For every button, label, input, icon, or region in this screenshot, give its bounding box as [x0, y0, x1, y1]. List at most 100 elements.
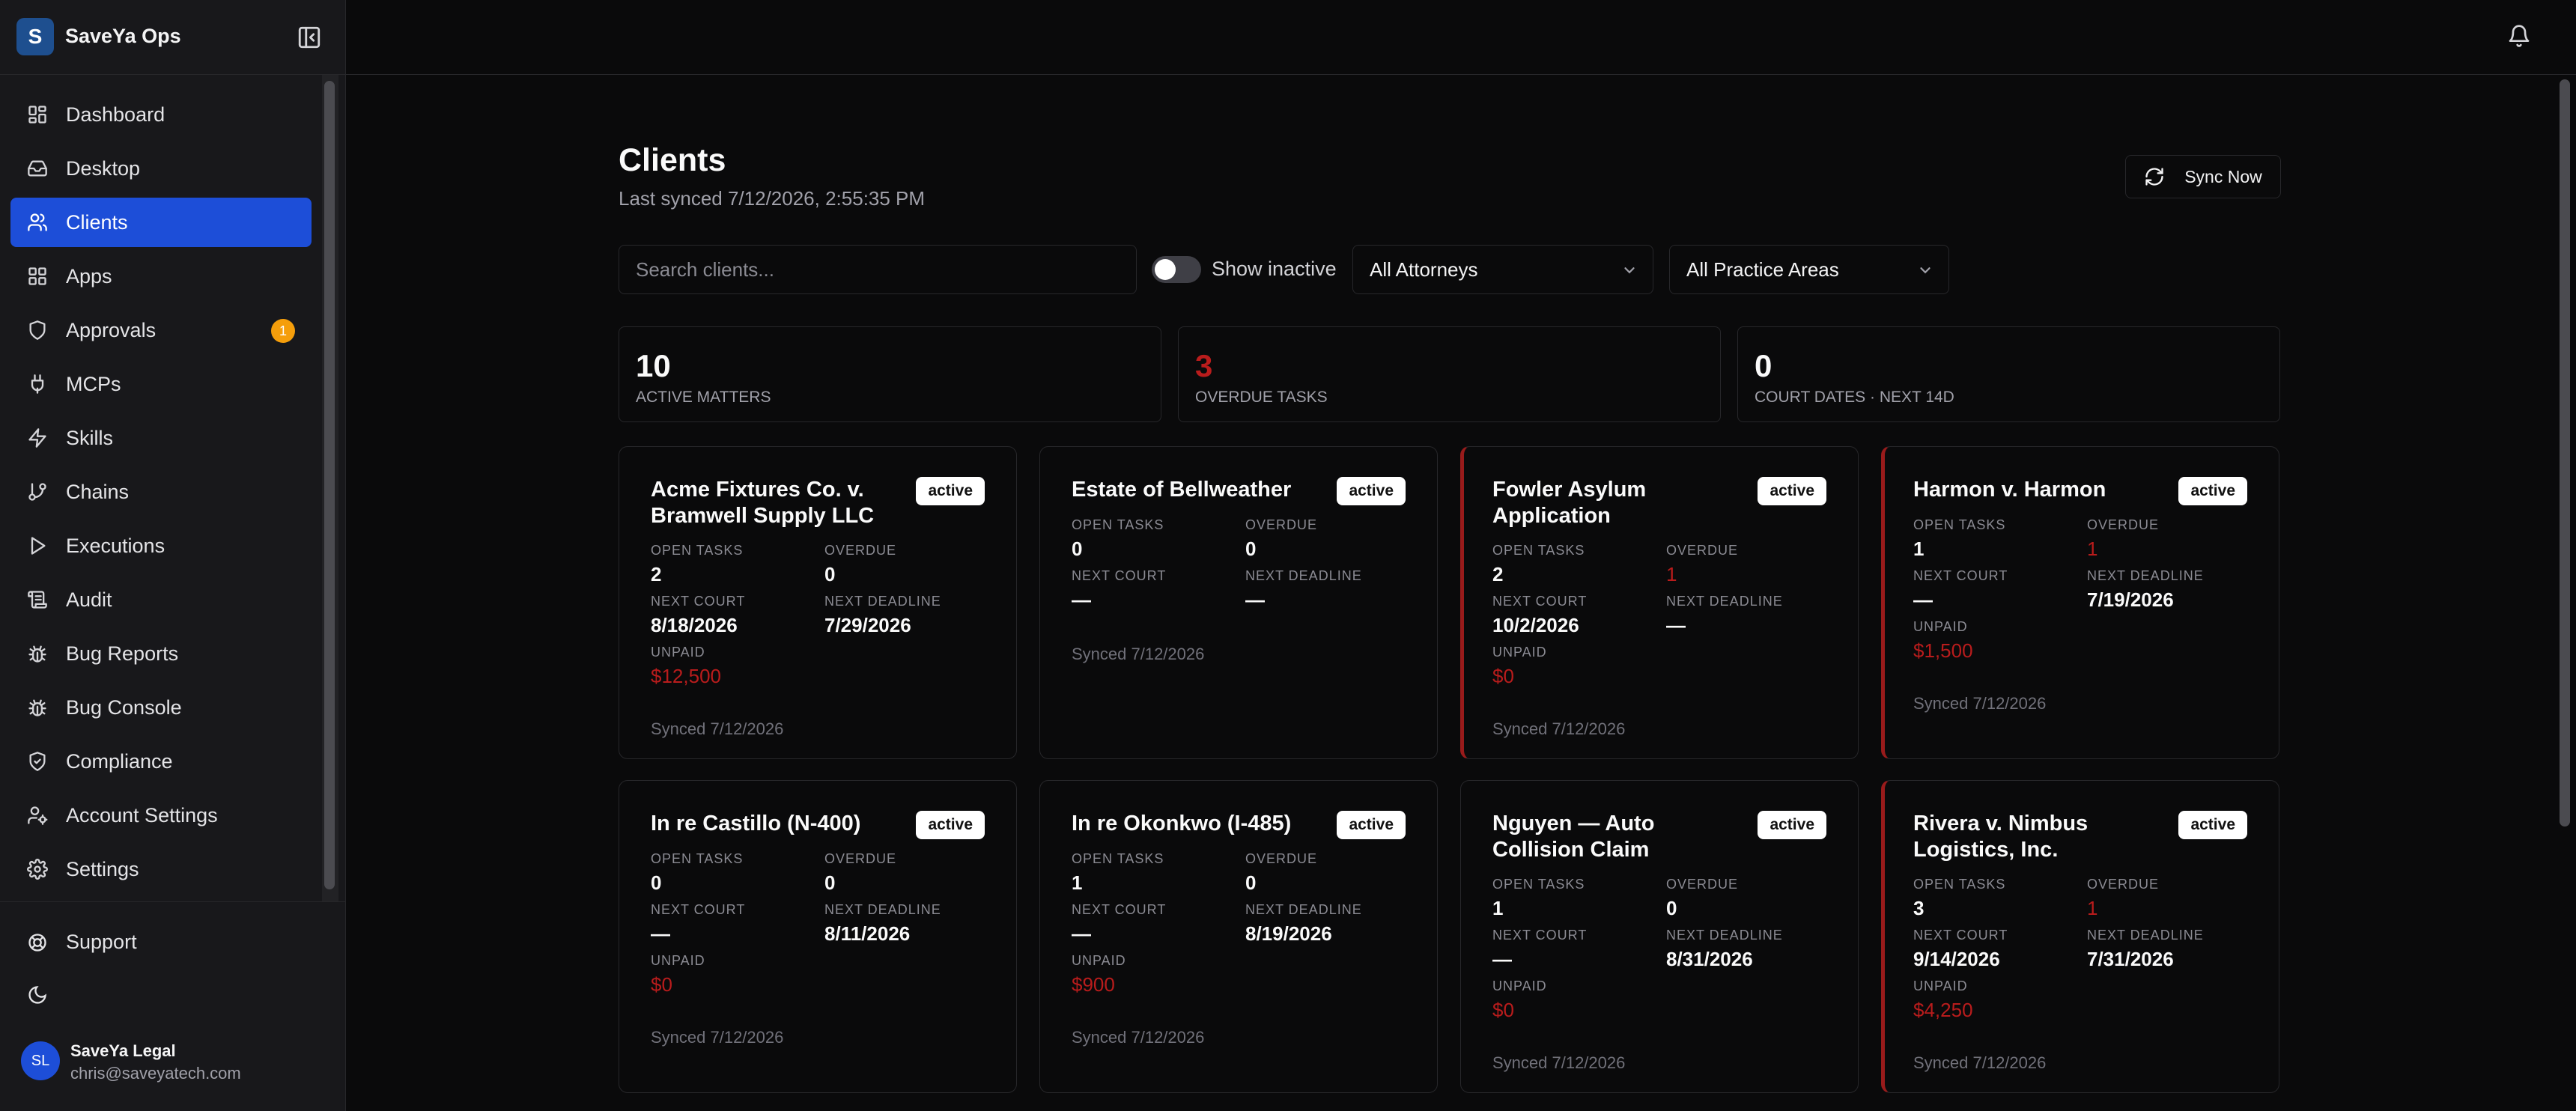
field-label: UNPAID [1492, 645, 1547, 660]
field-value: 8/11/2026 [824, 922, 911, 945]
field-value: 3 [1913, 897, 1925, 919]
status-badge: active [1337, 811, 1406, 839]
sidebar-item-skills[interactable]: Skills [10, 413, 312, 463]
attorney-select[interactable]: All Attorneys [1352, 245, 1653, 294]
app-name[interactable]: SaveYa Ops [65, 25, 181, 48]
matter-title[interactable]: Harmon v. Harmon [1913, 477, 2160, 503]
field-value: $0 [651, 973, 672, 996]
sidebar-item-label: Approvals [66, 318, 157, 341]
moon-icon[interactable] [27, 984, 48, 1005]
field-label: UNPAID [651, 645, 705, 660]
avatar[interactable]: SL [21, 1041, 60, 1080]
sync-now-button[interactable]: Sync Now [2125, 155, 2281, 198]
field-label: NEXT DEADLINE [824, 594, 941, 609]
last-synced-text: Last synced 7/12/2026, 2:55:35 PM [619, 187, 926, 210]
sidebar-item-chains[interactable]: Chains [10, 467, 312, 517]
sidebar-item-label: MCPs [66, 372, 121, 395]
next-court-field: NEXT COURT — [1072, 568, 1244, 612]
show-inactive-label[interactable]: Show inactive [1212, 258, 1337, 281]
app-logo[interactable]: S [16, 18, 54, 55]
zap-icon [27, 427, 48, 448]
git-branch-icon [27, 481, 48, 502]
matter-title[interactable]: In re Castillo (N-400) [651, 811, 898, 837]
main-scrollbar[interactable] [2557, 75, 2573, 1111]
search-input[interactable] [619, 245, 1137, 294]
matter-title[interactable]: Fowler Asylum Application [1492, 477, 1740, 529]
synced-text: Synced 7/12/2026 [651, 1028, 784, 1047]
sidebar-item-approvals[interactable]: Approvals 1 [10, 305, 312, 355]
client-card[interactable]: In re Castillo (N-400) active OPEN TASKS 0 O… [619, 780, 1017, 1093]
matter-title[interactable]: Rivera v. Nimbus Logistics, Inc. [1913, 811, 2160, 863]
matter-title[interactable]: Nguyen — Auto Collision Claim [1492, 811, 1740, 863]
field-value: 0 [824, 871, 836, 894]
sidebar-item-settings[interactable]: Settings [10, 844, 312, 894]
field-value: 10/2/2026 [1492, 614, 1579, 636]
sidebar-item-apps[interactable]: Apps [10, 252, 312, 301]
field-value: 9/14/2026 [1913, 948, 2000, 970]
client-card[interactable]: Harmon v. Harmon active OPEN TASKS 1 OVERDUE… [1881, 446, 2279, 759]
sidebar-item-account-settings[interactable]: Account Settings [10, 791, 312, 840]
sidebar-scrollbar-thumb[interactable] [324, 81, 335, 889]
client-card[interactable]: Rivera v. Nimbus Logistics, Inc. active OP… [1881, 780, 2279, 1093]
sidebar-item-audit[interactable]: Audit [10, 575, 312, 624]
stat-overdue-tasks: 3 OVERDUE TASKS [1178, 326, 1721, 422]
synced-text: Synced 7/12/2026 [1913, 1053, 2047, 1072]
attorney-select-value: All Attorneys [1370, 258, 1478, 281]
client-card[interactable]: Fowler Asylum Application active OPEN TASK… [1460, 446, 1859, 759]
field-label: OVERDUE [824, 851, 897, 866]
user-cog-icon [27, 805, 48, 826]
matter-title[interactable]: Acme Fixtures Co. v. Bramwell Supply LLC [651, 477, 898, 529]
sidebar-item-executions[interactable]: Executions [10, 521, 312, 570]
field-value: 0 [1666, 897, 1677, 919]
chevron-down-icon [1920, 267, 1931, 274]
show-inactive-toggle[interactable] [1152, 256, 1201, 283]
next-deadline-field: NEXT DEADLINE — [1245, 568, 1418, 612]
sidebar-scrollbar[interactable] [322, 75, 338, 901]
field-value: 8/18/2026 [651, 614, 738, 636]
open-tasks-field: OPEN TASKS 2 [1492, 543, 1665, 586]
stat-label: COURT DATES · NEXT 14D [1755, 389, 1954, 406]
bell-icon[interactable] [2507, 24, 2531, 48]
field-label: NEXT COURT [1072, 568, 1167, 583]
field-value: 1 [1913, 538, 1925, 560]
sidebar-item-label: Clients [66, 210, 128, 234]
sidebar-header: S SaveYa Ops [0, 0, 346, 75]
client-card[interactable]: Estate of Bellweather active OPEN TASKS 0 OV… [1039, 446, 1438, 759]
field-label: NEXT DEADLINE [1666, 928, 1783, 943]
sidebar-item-compliance[interactable]: Compliance [10, 737, 312, 786]
client-card[interactable]: Acme Fixtures Co. v. Bramwell Supply LLC… [619, 446, 1017, 759]
field-label: NEXT DEADLINE [1666, 594, 1783, 609]
sidebar-item-bug-reports[interactable]: Bug Reports [10, 629, 312, 678]
field-value: — [651, 922, 670, 945]
field-value: 0 [1245, 538, 1257, 560]
sidebar: S SaveYa Ops Dashboard Desktop Clients Apps… [0, 0, 346, 1111]
matter-title[interactable]: Estate of Bellweather [1072, 477, 1319, 503]
field-label: OVERDUE [824, 543, 897, 558]
client-card[interactable]: Nguyen — Auto Collision Claim active OPEN … [1460, 780, 1859, 1093]
practice-area-select[interactable]: All Practice Areas [1669, 245, 1949, 294]
field-label: OVERDUE [1666, 877, 1739, 892]
client-card[interactable]: In re Okonkwo (I-485) active OPEN TASKS 1 OV… [1039, 780, 1438, 1093]
sidebar-item-clients[interactable]: Clients [10, 198, 312, 247]
support-link[interactable]: Support [27, 931, 137, 954]
next-court-field: NEXT COURT — [1492, 928, 1665, 971]
next-deadline-field: NEXT DEADLINE 8/19/2026 [1245, 902, 1418, 946]
sidebar-item-label: Dashboard [66, 103, 165, 126]
plug-icon [27, 374, 48, 395]
matter-title[interactable]: In re Okonkwo (I-485) [1072, 811, 1319, 837]
main-scrollbar-thumb[interactable] [2560, 79, 2570, 827]
user-name: SaveYa Legal [70, 1041, 176, 1060]
sidebar-item-dashboard[interactable]: Dashboard [10, 90, 312, 139]
sidebar-item-mcps[interactable]: MCPs [10, 359, 312, 409]
sidebar-item-label: Compliance [66, 749, 173, 773]
field-value: $900 [1072, 973, 1115, 996]
sidebar-item-desktop[interactable]: Desktop [10, 144, 312, 193]
dashboard-icon [27, 104, 48, 125]
sidebar-item-bug-console[interactable]: Bug Console [10, 683, 312, 732]
field-label: OPEN TASKS [1072, 517, 1164, 532]
stat-value: 0 [1755, 348, 1772, 383]
field-label: NEXT DEADLINE [824, 902, 941, 917]
sidebar-toggle-icon[interactable] [297, 25, 322, 50]
field-label: OPEN TASKS [651, 543, 744, 558]
synced-text: Synced 7/12/2026 [1492, 1053, 1626, 1072]
